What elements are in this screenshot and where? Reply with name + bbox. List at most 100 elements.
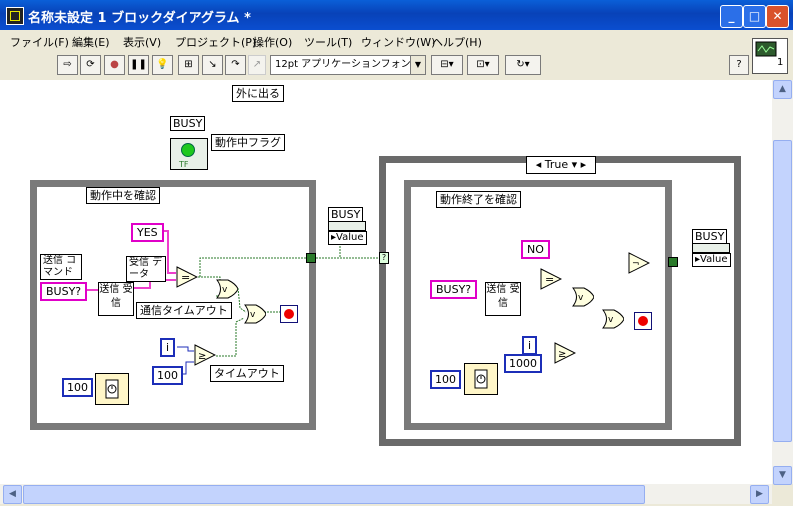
scroll-up-icon[interactable]: ▲ <box>773 80 792 99</box>
title-bar: 名称未設定 1 ブロックダイアグラム * _ □ ✕ <box>0 0 793 30</box>
svg-text:v: v <box>222 285 228 295</box>
busy-indicator-ref-icon <box>328 221 366 231</box>
svg-text:=: = <box>545 273 554 286</box>
comm-timeout-label: 通信タイムアウト <box>136 302 232 319</box>
highlight-execution-icon[interactable]: 💡 <box>152 55 173 75</box>
outside-label: 外に出る <box>232 85 284 102</box>
send-receive-subvi-right[interactable]: 送信 受信 <box>485 282 521 316</box>
value-property-node-right[interactable]: ▸Value <box>692 253 731 267</box>
vertical-scroll-thumb[interactable] <box>773 140 792 442</box>
send-receive-subvi-left[interactable]: 送信 受信 <box>98 282 134 316</box>
help-button[interactable]: ? <box>729 55 749 75</box>
labview-window: 名称未設定 1 ブロックダイアグラム * _ □ ✕ ファイル(F) 編集(E)… <box>0 0 793 506</box>
wait-ms-timer-icon-right[interactable] <box>464 363 498 395</box>
context-help-number: 1 <box>777 57 784 68</box>
run-continuously-icon[interactable]: ⟳ <box>80 55 101 75</box>
menu-tools[interactable]: ツール(T) <box>304 34 352 50</box>
yes-constant[interactable]: YES <box>131 223 164 242</box>
left-loop-label: 動作中を確認 <box>86 187 160 204</box>
svg-text:=: = <box>181 271 190 284</box>
menu-file[interactable]: ファイル(F) <box>10 34 69 50</box>
distribute-objects-icon[interactable]: ⊡▾ <box>467 55 499 75</box>
no-constant[interactable]: NO <box>521 240 550 259</box>
wait-constant-left[interactable]: 100 <box>62 378 93 397</box>
case-selector-tunnel: ? <box>379 252 389 264</box>
svg-text:¬: ¬ <box>632 259 640 269</box>
busy-query-constant-right[interactable]: BUSY? <box>430 280 478 299</box>
vi-icon <box>6 7 24 25</box>
window-title: 名称未設定 1 ブロックダイアグラム * <box>28 11 251 26</box>
align-objects-icon[interactable]: ⊟▾ <box>431 55 463 75</box>
block-diagram-canvas[interactable]: 外に出る BUSY TF 動作中フラグ 動作中を確認 YES 送信 コマンド 受… <box>0 80 772 484</box>
or-function-icon-right[interactable]: v <box>572 286 594 308</box>
timeout-constant-right[interactable]: 1000 <box>504 354 542 373</box>
value-property-node[interactable]: ▸Value <box>328 231 367 245</box>
busy-flag-label: 動作中フラグ <box>211 134 285 151</box>
stop-condition-icon[interactable] <box>280 305 298 323</box>
step-out-icon[interactable]: ↗ <box>248 55 266 75</box>
maximize-button[interactable]: □ <box>743 5 766 28</box>
equal-function-icon[interactable]: = <box>176 266 198 288</box>
menu-help[interactable]: ヘルプ(H) <box>432 34 482 50</box>
svg-text:v: v <box>608 315 614 325</box>
scroll-down-icon[interactable]: ▼ <box>773 466 792 485</box>
loop-tunnel-left <box>306 253 316 263</box>
right-while-loop[interactable] <box>404 180 672 430</box>
tf-icon: TF <box>179 160 189 169</box>
stop-condition-icon-right[interactable] <box>634 312 652 330</box>
receive-data-label: 受信 データ <box>126 256 166 282</box>
busy-boolean-terminal[interactable]: TF <box>170 138 208 170</box>
equal-function-icon-right[interactable]: = <box>540 268 562 290</box>
run-arrow-icon[interactable]: ⇨ <box>57 55 78 75</box>
font-select[interactable]: 12pt アプリケーションフォント ▼ <box>270 55 426 75</box>
greater-equal-function-icon[interactable]: ≥ <box>194 344 216 366</box>
case-selector[interactable]: ◂ True ▾ ▸ <box>526 156 596 174</box>
step-into-icon[interactable]: ↘ <box>202 55 223 75</box>
not-function-icon[interactable]: ¬ <box>628 252 650 274</box>
iteration-terminal-right[interactable]: i <box>522 336 538 355</box>
svg-text:≥: ≥ <box>558 349 566 360</box>
or-function-icon-right-2[interactable]: v <box>602 308 624 330</box>
chevron-down-icon: ▼ <box>410 56 425 74</box>
reorder-icon[interactable]: ↻▾ <box>505 55 541 75</box>
iteration-terminal-left[interactable]: i <box>160 338 176 357</box>
led-icon <box>181 143 195 157</box>
timeout-constant-left[interactable]: 100 <box>152 366 183 385</box>
context-help-window[interactable]: 1 <box>752 38 788 74</box>
loop-tunnel-right <box>668 257 678 267</box>
menu-edit[interactable]: 編集(E) <box>72 34 110 50</box>
right-loop-label: 動作終了を確認 <box>436 191 521 208</box>
greater-equal-function-icon-right[interactable]: ≥ <box>554 342 576 364</box>
menu-bar: ファイル(F) 編集(E) 表示(V) プロジェクト(P) 操作(O) ツール(… <box>0 31 750 51</box>
busy-query-constant-left[interactable]: BUSY? <box>40 282 88 301</box>
svg-text:≥: ≥ <box>198 351 206 362</box>
value-property-label: Value <box>336 232 364 243</box>
svg-text:v: v <box>250 310 256 320</box>
or-function-icon-2[interactable]: v <box>244 303 266 325</box>
horizontal-scrollbar[interactable]: ◀ ▶ <box>0 484 772 504</box>
wait-ms-timer-icon[interactable] <box>95 373 129 405</box>
or-function-icon[interactable]: v <box>216 278 238 300</box>
pause-icon[interactable]: ❚❚ <box>128 55 149 75</box>
case-selector-value: True <box>544 158 569 171</box>
retain-wire-values-icon[interactable]: ⊞ <box>178 55 199 75</box>
busy-indicator-label: BUSY <box>328 207 364 222</box>
scroll-left-icon[interactable]: ◀ <box>3 485 22 504</box>
abort-icon[interactable]: ● <box>104 55 125 75</box>
wait-constant-right[interactable]: 100 <box>430 370 461 389</box>
minimize-button[interactable]: _ <box>720 5 743 28</box>
scroll-right-icon[interactable]: ▶ <box>750 485 769 504</box>
busy-indicator-label-right: BUSY <box>692 229 728 244</box>
horizontal-scroll-thumb[interactable] <box>23 485 645 504</box>
vertical-scrollbar[interactable]: ▲ ▼ <box>772 80 793 485</box>
busy-terminal-label: BUSY <box>170 116 206 131</box>
close-button[interactable]: ✕ <box>766 5 789 28</box>
busy-indicator-ref-icon-right <box>692 243 730 253</box>
menu-operate[interactable]: 操作(O) <box>253 34 292 50</box>
menu-window[interactable]: ウィンドウ(W) <box>361 34 435 50</box>
step-over-icon[interactable]: ↷ <box>225 55 246 75</box>
value-property-label-right: Value <box>700 254 728 265</box>
svg-text:v: v <box>578 293 584 303</box>
menu-view[interactable]: 表示(V) <box>123 34 161 50</box>
menu-project[interactable]: プロジェクト(P) <box>175 34 256 50</box>
